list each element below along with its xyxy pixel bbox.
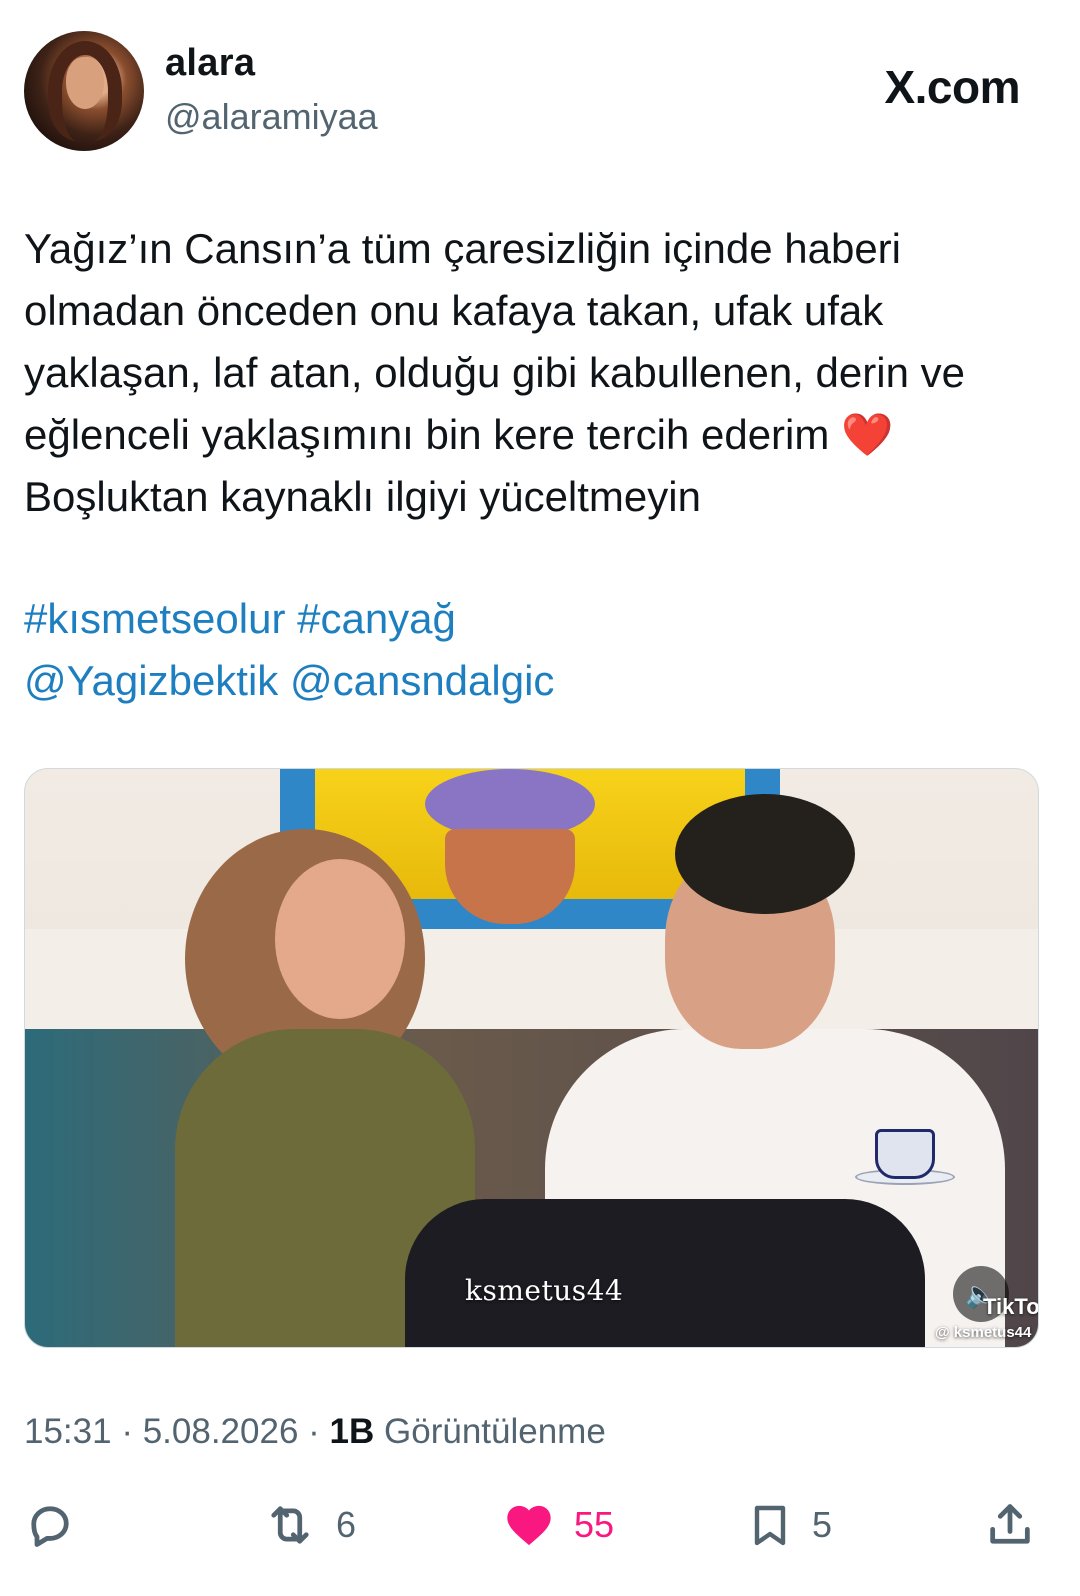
- reply-icon: [31, 1506, 69, 1547]
- heart-emoji-icon: ❤️: [841, 411, 894, 458]
- like-count: 55: [574, 1504, 615, 1545]
- mention-link[interactable]: @cansndalgic: [290, 657, 554, 704]
- retweet-button[interactable]: 6: [262, 1490, 356, 1560]
- avatar-face: [66, 57, 104, 109]
- tweet-tags: #kısmetseolur #canyağ @Yagizbektik @cans…: [24, 588, 554, 712]
- video-watermark: ksmetus44: [465, 1274, 624, 1307]
- retweet-count: 6: [336, 1504, 357, 1545]
- tweet-text-line2: Boşluktan kaynaklı ilgiyi yüceltmeyin: [24, 473, 701, 520]
- video-watermark-handle: @ ksmetus44: [935, 1324, 1032, 1341]
- views-count: 1B: [329, 1412, 375, 1451]
- bookmark-count: 5: [812, 1504, 833, 1545]
- tweet-video[interactable]: ksmetus44 🔈 TikTok @ ksmetus44: [24, 768, 1039, 1348]
- tweet-text: Yağız’ın Cansın’a tüm çaresizliğin içind…: [24, 218, 1054, 528]
- tweet-date[interactable]: 5.08.2026: [143, 1412, 299, 1451]
- like-button[interactable]: 55: [502, 1490, 614, 1560]
- video-person-woman-face: [275, 859, 405, 1019]
- action-bar: 6 55 5: [0, 1490, 1080, 1560]
- video-person-man-hair: [675, 794, 855, 914]
- tweet-meta: 15:31 · 5.08.2026 · 1B Görüntülenme: [24, 1412, 606, 1451]
- video-watermark-brand: TikTok: [983, 1294, 1039, 1319]
- share-button[interactable]: [984, 1490, 1036, 1560]
- views-label: Görüntülenme: [384, 1412, 606, 1451]
- author-display-name[interactable]: alara: [165, 42, 255, 85]
- brand-logo: X.com: [884, 61, 1020, 113]
- bookmark-icon: [754, 1505, 786, 1546]
- reply-button[interactable]: [24, 1490, 76, 1560]
- author-handle[interactable]: @alaramiyaa: [165, 96, 378, 138]
- share-icon: [990, 1504, 1030, 1544]
- hashtag-link[interactable]: #canyağ: [297, 595, 456, 642]
- retweet-icon: [271, 1506, 309, 1544]
- like-icon: [507, 1505, 551, 1546]
- video-cup: [875, 1129, 935, 1179]
- hashtag-link[interactable]: #kısmetseolur: [24, 595, 285, 642]
- bookmark-button[interactable]: 5: [746, 1490, 832, 1560]
- tweet-time[interactable]: 15:31: [24, 1412, 112, 1451]
- video-wall: [25, 929, 1038, 1039]
- avatar[interactable]: [24, 31, 144, 151]
- mention-link[interactable]: @Yagizbektik: [24, 657, 278, 704]
- tweet-text-body: Yağız’ın Cansın’a tüm çaresizliğin içind…: [24, 225, 977, 458]
